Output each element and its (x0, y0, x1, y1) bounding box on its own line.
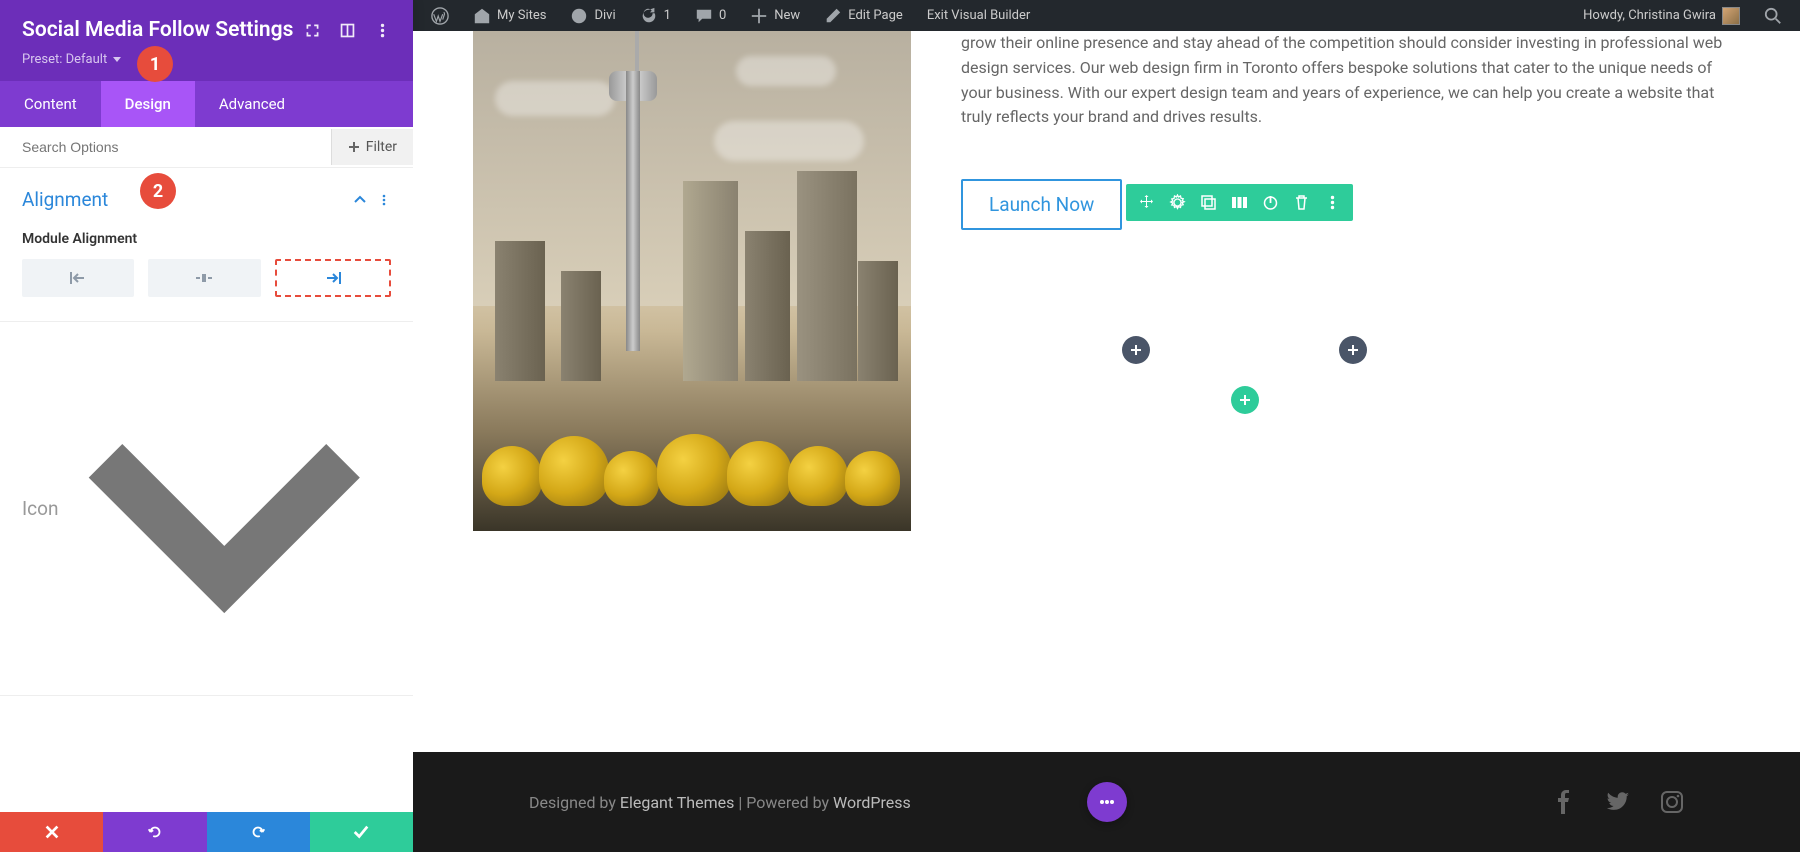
accordion-alignment[interactable]: Alignment (0, 168, 413, 231)
expand-icon[interactable] (304, 22, 321, 39)
search-input[interactable] (0, 127, 331, 167)
page-preview: grow their online presence and stay ahea… (413, 31, 1800, 852)
align-left-button[interactable] (22, 259, 134, 297)
panel-title: Social Media Follow Settings (22, 18, 293, 42)
filter-button[interactable]: Filter (331, 129, 413, 165)
new-content[interactable]: New (740, 0, 810, 31)
module-toolbar (1126, 184, 1353, 221)
chevron-down-icon (58, 716, 391, 812)
power-icon[interactable] (1262, 194, 1279, 211)
undo-button[interactable] (103, 812, 206, 852)
field-label-module-alignment: Module Alignment (22, 231, 391, 247)
launch-button[interactable]: Launch Now (961, 179, 1122, 230)
twitter-icon[interactable] (1606, 790, 1630, 814)
body-paragraph: grow their online presence and stay ahea… (961, 31, 1740, 130)
accordion-icon[interactable]: Icon (0, 322, 413, 695)
search-icon[interactable] (1754, 0, 1792, 31)
duplicate-icon[interactable] (1200, 194, 1217, 211)
chevron-down-icon (58, 342, 391, 675)
wp-admin-bar: My Sites Divi 1 0 New Edit Page Exit Vis… (413, 0, 1800, 31)
responsive-icon[interactable] (339, 22, 356, 39)
settings-panel: Social Media Follow Settings Preset: Def… (0, 0, 413, 852)
user-avatar (1722, 7, 1740, 25)
accordion-text[interactable]: Text (0, 696, 413, 812)
step-badge-2: 2 (140, 173, 176, 209)
trash-icon[interactable] (1293, 194, 1310, 211)
tab-advanced[interactable]: Advanced (195, 81, 309, 127)
builder-fab[interactable] (1087, 782, 1127, 822)
more-icon[interactable] (1324, 194, 1341, 211)
add-row-button[interactable] (1231, 386, 1259, 414)
panel-footer (0, 812, 413, 852)
instagram-icon[interactable] (1660, 790, 1684, 814)
align-center-button[interactable] (148, 259, 260, 297)
step-badge-1: 1 (137, 46, 173, 82)
comments[interactable]: 0 (685, 0, 736, 31)
add-module-button[interactable] (1122, 336, 1150, 364)
redo-button[interactable] (207, 812, 310, 852)
divi-menu[interactable]: Divi (560, 0, 625, 31)
facebook-icon[interactable] (1552, 790, 1576, 814)
save-button[interactable] (310, 812, 413, 852)
align-right-button[interactable] (275, 259, 391, 297)
footer-credits: Designed by Elegant Themes | Powered by … (529, 793, 911, 812)
hero-image (473, 31, 911, 531)
move-icon[interactable] (1138, 194, 1155, 211)
columns-icon[interactable] (1231, 194, 1248, 211)
gear-icon[interactable] (1169, 194, 1186, 211)
more-icon[interactable] (377, 193, 391, 207)
preset-dropdown[interactable]: Preset: Default (22, 52, 391, 67)
chevron-up-icon (353, 193, 367, 207)
my-sites[interactable]: My Sites (463, 0, 556, 31)
edit-page[interactable]: Edit Page (814, 0, 913, 31)
updates[interactable]: 1 (630, 0, 681, 31)
exit-visual-builder[interactable]: Exit Visual Builder (917, 0, 1040, 31)
tabs: Content Design Advanced (0, 81, 413, 127)
panel-header: Social Media Follow Settings Preset: Def… (0, 0, 413, 81)
cancel-button[interactable] (0, 812, 103, 852)
howdy-user[interactable]: Howdy, Christina Gwira (1573, 0, 1750, 31)
tab-content[interactable]: Content (0, 81, 101, 127)
wp-logo[interactable] (421, 0, 459, 31)
tab-design[interactable]: Design (101, 81, 195, 127)
more-icon[interactable] (374, 22, 391, 39)
add-module-button[interactable] (1339, 336, 1367, 364)
